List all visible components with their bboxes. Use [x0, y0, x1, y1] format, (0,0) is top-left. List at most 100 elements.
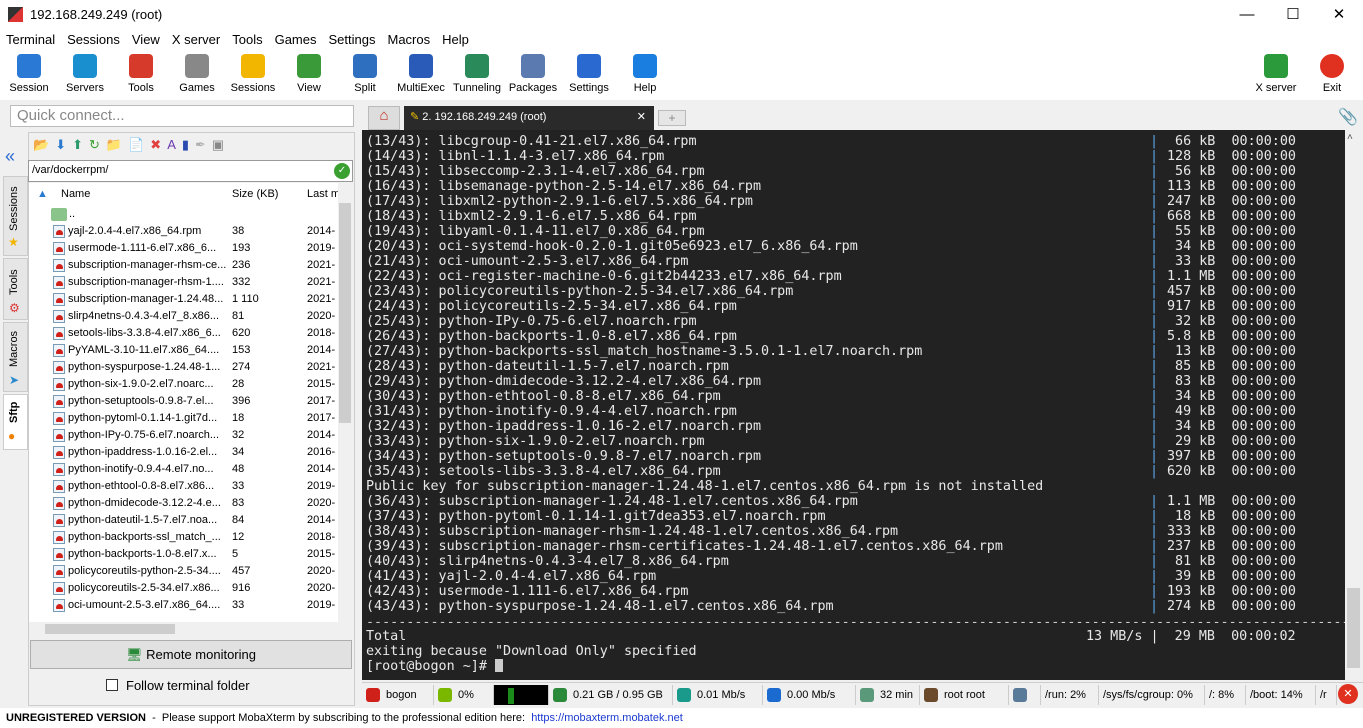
sort-asc-icon[interactable]: ▲ — [37, 183, 48, 205]
column-size[interactable]: Size (KB) — [232, 183, 278, 205]
toolbar-tools-button[interactable]: Tools — [113, 52, 169, 94]
scroll-up-icon[interactable]: ˄ — [1347, 132, 1353, 143]
file-row[interactable]: usermode-1.111-6.el7.x86_6... 193 2019- — [29, 240, 339, 257]
refresh-icon[interactable]: ↻ — [89, 137, 106, 152]
maximize-button[interactable]: ☐ — [1270, 0, 1316, 30]
toolbar-tunneling-button[interactable]: Tunneling — [449, 52, 505, 94]
file-row[interactable]: python-setuptools-0.9.8-7.el... 396 2017- — [29, 393, 339, 410]
file-row[interactable]: python-ethtool-0.8-8.el7.x86... 33 2019- — [29, 478, 339, 495]
file-row[interactable]: python-backports-ssl_match_... 12 2018- — [29, 529, 339, 546]
side-tab-macros[interactable]: Macros ➤ — [3, 322, 28, 392]
file-row[interactable]: slirp4netns-0.4.3-4.el7_8.x86... 81 2020- — [29, 308, 339, 325]
follow-terminal-checkbox[interactable]: Follow terminal folder — [106, 678, 250, 693]
permissions-icon[interactable]: ▮ — [182, 137, 195, 152]
toolbar-x-server-button[interactable]: X server — [1248, 52, 1304, 94]
scrollbar-thumb[interactable] — [1347, 588, 1360, 668]
attach-icon[interactable]: 📎 — [1338, 107, 1358, 127]
menu-x-server[interactable]: X server — [166, 30, 226, 47]
remote-monitoring-button[interactable]: 🖥 Remote monitoring — [30, 640, 352, 669]
toolbar-settings-button[interactable]: Settings — [561, 52, 617, 94]
home-tab-icon[interactable]: ⌂ — [368, 106, 400, 130]
column-name[interactable]: Name — [61, 183, 90, 205]
file-row[interactable]: oci-umount-2.5-3.el7.x86_64.... 33 2019- — [29, 597, 339, 614]
terminal-icon[interactable]: ▣ — [212, 137, 230, 152]
side-tab-sessions[interactable]: Sessions ★ — [3, 176, 28, 256]
file-row[interactable]: policycoreutils-python-2.5-34.... 457 2020… — [29, 563, 339, 580]
edit-icon[interactable]: ✒ — [195, 137, 212, 152]
menu-view[interactable]: View — [126, 30, 166, 47]
toolbar-view-button[interactable]: View — [281, 52, 337, 94]
file-row[interactable]: python-ipaddress-1.0.16-2.el... 34 2016- — [29, 444, 339, 461]
toolbar-sessions-button[interactable]: Sessions — [225, 52, 281, 94]
path-input[interactable]: /var/dockerrpm/ ✓ — [28, 160, 353, 182]
file-size: 81 — [232, 310, 245, 322]
toolbar-exit-button[interactable]: Exit — [1304, 52, 1360, 94]
file-row[interactable]: python-six-1.9.0-2.el7.noarc... 28 2015- — [29, 376, 339, 393]
horizontal-scrollbar[interactable] — [29, 622, 352, 636]
delete-icon[interactable]: ✖ — [150, 137, 167, 152]
file-row[interactable]: python-dmidecode-3.12.2-4.e... 83 2020- — [29, 495, 339, 512]
upload-icon[interactable]: ⬆ — [72, 137, 89, 152]
monitor-icon: 🖥 — [126, 647, 143, 662]
file-row[interactable]: python-IPy-0.75-6.el7.noarch... 32 2014- — [29, 427, 339, 444]
quick-connect-input[interactable]: Quick connect... — [10, 105, 354, 127]
toolbar-packages-button[interactable]: Packages — [505, 52, 561, 94]
toolbar-multiexec-button[interactable]: MultiExec — [393, 52, 449, 94]
file-row[interactable]: setools-libs-3.3.8-4.el7.x86_6... 620 2018… — [29, 325, 339, 342]
minimize-button[interactable]: — — [1224, 0, 1270, 30]
uptime-icon — [860, 688, 874, 703]
file-row[interactable]: python-pytoml-0.1.14-1.git7d... 18 2017- — [29, 410, 339, 427]
toolbar-games-button[interactable]: Games — [169, 52, 225, 94]
file-row[interactable]: python-inotify-0.9.4-4.el7.no... 48 2014- — [29, 461, 339, 478]
toolbar-servers-button[interactable]: Servers — [57, 52, 113, 94]
column-modified[interactable]: Last m — [307, 183, 340, 205]
mobaxterm-link[interactable]: https://mobaxterm.mobatek.net — [531, 712, 683, 724]
file-row[interactable]: python-backports-1.0-8.el7.x... 5 2015- — [29, 546, 339, 563]
vertical-scrollbar[interactable] — [338, 183, 352, 622]
terminal-line: (33/43): python-six-1.9.0-2.el7.noarch.r… — [366, 434, 705, 449]
new-file-icon[interactable]: 📄 — [128, 137, 150, 152]
side-tab-sftp[interactable]: Sftp ● — [3, 394, 28, 450]
file-row[interactable]: subscription-manager-1.24.48... 1 110 2021… — [29, 291, 339, 308]
menu-tools[interactable]: Tools — [226, 30, 268, 47]
side-tab-tools[interactable]: Tools ⚙ — [3, 258, 28, 320]
file-name: slirp4netns-0.4.3-4.el7_8.x86... — [68, 310, 220, 322]
close-button[interactable]: ✕ — [1316, 0, 1362, 30]
menu-sessions[interactable]: Sessions — [61, 30, 126, 47]
file-row[interactable]: subscription-manager-rhsm-1.... 332 2021- — [29, 274, 339, 291]
menu-games[interactable]: Games — [269, 30, 323, 47]
terminal[interactable]: (13/43): libcgroup-0.41-21.el7.x86_64.rp… — [362, 130, 1345, 680]
menu-macros[interactable]: Macros — [381, 30, 436, 47]
file-row[interactable]: subscription-manager-rhsm-ce... 236 2021- — [29, 257, 339, 274]
footer-message: - Please support MobaXterm by subscribin… — [145, 712, 532, 724]
close-status-icon[interactable]: ✕ — [1338, 684, 1358, 704]
file-row[interactable]: policycoreutils-2.5-34.el7.x86... 916 2020… — [29, 580, 339, 597]
toolbar-help-button[interactable]: Help — [617, 52, 673, 94]
download-icon[interactable]: ⬇ — [55, 137, 72, 152]
new-folder-icon[interactable]: 📁 — [106, 137, 128, 152]
terminal-scrollbar[interactable]: ˄ — [1345, 130, 1362, 680]
menu-settings[interactable]: Settings — [323, 30, 382, 47]
file-name: python-backports-ssl_match_... — [68, 531, 221, 543]
checkbox-box[interactable] — [106, 679, 118, 691]
rename-icon[interactable]: A — [167, 137, 182, 152]
menu-help[interactable]: Help — [436, 30, 475, 47]
parent-folder-icon[interactable]: 📂 — [33, 137, 55, 152]
menu-terminal[interactable]: Terminal — [0, 30, 61, 47]
tab-session[interactable]: ✎ 2. 192.168.249.249 (root) ✕ — [404, 106, 654, 130]
tab-close-icon[interactable]: ✕ — [637, 110, 646, 123]
new-tab-button[interactable]: + — [658, 110, 686, 126]
file-row[interactable]: python-syspurpose-1.24.48-1... 274 2021- — [29, 359, 339, 376]
toolbar-session-button[interactable]: Session — [1, 52, 57, 94]
file-size: 620 — [232, 327, 251, 339]
file-row[interactable]: PyYAML-3.10-11.el7.x86_64.... 153 2014- — [29, 342, 339, 359]
scrollbar-thumb[interactable] — [45, 624, 175, 634]
file-row[interactable]: python-dateutil-1.5-7.el7.noa... 84 2014- — [29, 512, 339, 529]
toolbar-split-button[interactable]: Split — [337, 52, 393, 94]
path-ok-icon[interactable]: ✓ — [334, 163, 350, 179]
split-icon — [353, 54, 377, 78]
file-row-parent[interactable]: .. — [29, 206, 339, 223]
scrollbar-thumb[interactable] — [339, 203, 351, 423]
file-row[interactable]: yajl-2.0.4-4.el7.x86_64.rpm 38 2014- — [29, 223, 339, 240]
collapse-icon[interactable]: « — [5, 146, 15, 167]
